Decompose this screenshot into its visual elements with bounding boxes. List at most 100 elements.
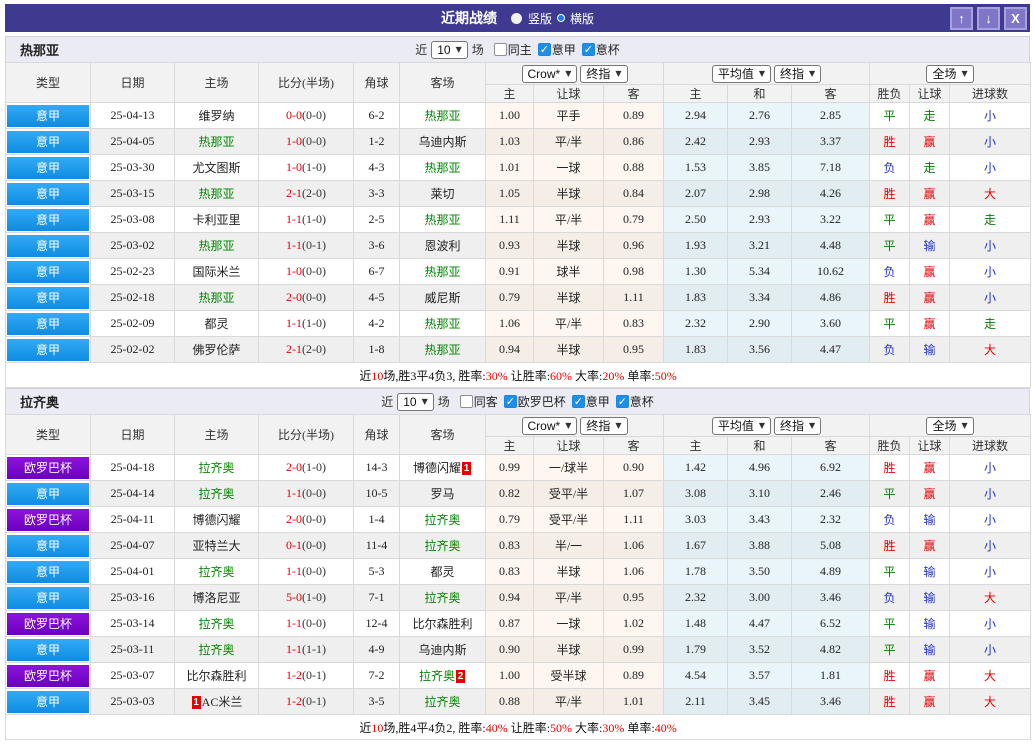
handicap-cell: 受平/半 (533, 506, 604, 533)
chevron-down-icon: ▼ (455, 45, 462, 54)
chevron-down-icon: ▼ (565, 421, 572, 430)
bookmaker-select[interactable]: Crow* ▼ (521, 416, 578, 435)
halftime-score: (0-0) (302, 512, 326, 526)
final-odds-select[interactable]: 终指 ▼ (580, 64, 628, 83)
subcol-avg-home: 主 (663, 84, 729, 103)
average-select[interactable]: 平均值 ▼ (711, 64, 772, 83)
checkbox-unchecked[interactable] (493, 43, 507, 56)
match-row: 意甲 25-02-23 国际米兰 1-0(0-0) 6-7 热那亚 0.91 球半 0.98 1.… (5, 258, 1032, 285)
filter-option: 意甲 (537, 41, 576, 58)
checkbox-checked[interactable] (503, 395, 517, 408)
chevron-down-icon: ▼ (758, 421, 766, 430)
filter-option: 同客 (459, 393, 498, 410)
scroll-up-button[interactable]: ↑ (950, 6, 973, 30)
avg-away-cell: 6.52 (791, 610, 871, 637)
league-cell: 欧罗巴杯 (5, 662, 91, 689)
subcol-goals: 进球数 (949, 436, 1032, 455)
chevron-down-icon: ▼ (961, 421, 968, 430)
score-cell: 0-1(0-0) (258, 532, 354, 559)
checkbox-checked[interactable] (537, 43, 551, 56)
result-goals-cell: 走 (949, 206, 1032, 233)
avg-home-cell: 4.54 (663, 662, 729, 689)
avg-draw-cell: 3.88 (727, 532, 793, 559)
date-cell: 25-04-13 (90, 102, 175, 129)
average-select[interactable]: 平均值 ▼ (711, 416, 772, 435)
team-name-heading: 拉齐奥 (20, 395, 60, 410)
date-cell: 25-03-03 (90, 688, 175, 715)
checkbox-unchecked[interactable] (459, 395, 473, 408)
home-odds-cell: 1.05 (485, 180, 534, 207)
result-wdl-cell: 平 (869, 610, 911, 637)
avg-away-cell: 2.32 (791, 506, 871, 533)
fulltime-score: 1-1 (286, 616, 302, 630)
date-cell: 25-04-07 (90, 532, 175, 559)
team-name: 比尔森胜利 (186, 669, 247, 683)
checkbox-checked[interactable] (571, 395, 585, 408)
chevron-down-icon: ▼ (758, 69, 766, 78)
away-team-cell: 恩波利 (399, 232, 486, 259)
team-section-header: 热那亚 近 10 ▼ 场 同主 意甲 意杯 (5, 36, 1030, 62)
fulltime-select[interactable]: 全场 ▼ (926, 64, 974, 83)
league-cell: 意甲 (5, 128, 91, 155)
summary-text: 30% (602, 720, 625, 735)
match-row: 欧罗巴杯 25-04-18 拉齐奥 2-0(1-0) 14-3 博德闪耀 1 0.99 一/球半… (5, 454, 1032, 481)
away-team-cell: 热那亚 (399, 154, 486, 181)
home-team-cell: 拉齐奥 (174, 610, 259, 637)
final-odds-select-2[interactable]: 终指 ▼ (774, 64, 822, 83)
avg-draw-cell: 3.45 (727, 688, 793, 715)
radio-horizontal-layout[interactable] (558, 15, 564, 21)
fulltime-score: 1-1 (286, 238, 302, 252)
summary-text: 单率: (624, 368, 655, 383)
result-handicap-cell: 赢 (909, 688, 951, 715)
home-odds-cell: 1.00 (485, 102, 534, 129)
chevron-down-icon: ▼ (565, 69, 572, 78)
league-badge: 意甲 (7, 560, 89, 583)
league-cell: 意甲 (5, 480, 91, 507)
recent-count-select[interactable]: 10 ▼ (431, 40, 468, 59)
corners-cell: 1-4 (353, 506, 400, 533)
checkbox-checked[interactable] (581, 43, 595, 56)
subcol-home-odds: 主 (485, 84, 534, 103)
match-row: 欧罗巴杯 25-04-11 博德闪耀 2-0(0-0) 1-4 拉齐奥 0.79 受平/半 1.… (5, 506, 1032, 533)
score-cell: 0-0(0-0) (258, 102, 354, 129)
team-name: 拉齐奥 (424, 695, 461, 709)
team-name: 罗马 (430, 487, 455, 501)
away-team-cell: 博德闪耀 1 (399, 454, 486, 481)
close-icon: X (1011, 10, 1020, 26)
team-name: 博洛尼亚 (192, 591, 241, 605)
filter-option-label: 意杯 (629, 395, 654, 409)
bookmaker-select[interactable]: Crow* ▼ (521, 64, 578, 83)
halftime-score: (0-0) (302, 538, 326, 552)
scroll-down-button[interactable]: ↓ (977, 6, 1000, 30)
up-arrow-icon: ↑ (958, 10, 965, 26)
final-odds-select[interactable]: 终指 ▼ (580, 416, 628, 435)
filter-option-label: 同客 (473, 395, 498, 409)
subcol-wdl: 胜负 (869, 84, 911, 103)
league-cell: 意甲 (5, 284, 91, 311)
radio-vertical-label[interactable]: 竖版 (528, 10, 552, 27)
down-arrow-icon: ↓ (985, 10, 992, 26)
home-team-cell: 博德闪耀 (174, 506, 259, 533)
team-name: 热那亚 (198, 135, 235, 149)
close-button[interactable]: X (1004, 6, 1027, 30)
team-name: 恩波利 (424, 239, 461, 253)
away-team-cell: 拉齐奥 (399, 688, 486, 715)
date-cell: 25-03-16 (90, 584, 175, 611)
avg-home-cell: 1.79 (663, 636, 729, 663)
bookmaker-select-value: Crow* (527, 418, 561, 433)
date-cell: 25-03-07 (90, 662, 175, 689)
avg-home-cell: 1.30 (663, 258, 729, 285)
checkbox-checked[interactable] (615, 395, 629, 408)
avg-away-cell: 4.47 (791, 336, 871, 363)
home-team-cell: 维罗纳 (174, 102, 259, 129)
radio-vertical-layout[interactable] (510, 12, 522, 24)
away-team-cell: 莱切 (399, 180, 486, 207)
radio-horizontal-label[interactable]: 横版 (570, 10, 594, 27)
final-odds-select-2[interactable]: 终指 ▼ (774, 416, 822, 435)
recent-count-select[interactable]: 10 ▼ (397, 392, 434, 411)
home-team-cell: 拉齐奥 (174, 636, 259, 663)
date-cell: 25-03-14 (90, 610, 175, 637)
league-cell: 意甲 (5, 232, 91, 259)
team-name: 拉齐奥 (198, 487, 235, 501)
fulltime-select[interactable]: 全场 ▼ (926, 416, 974, 435)
